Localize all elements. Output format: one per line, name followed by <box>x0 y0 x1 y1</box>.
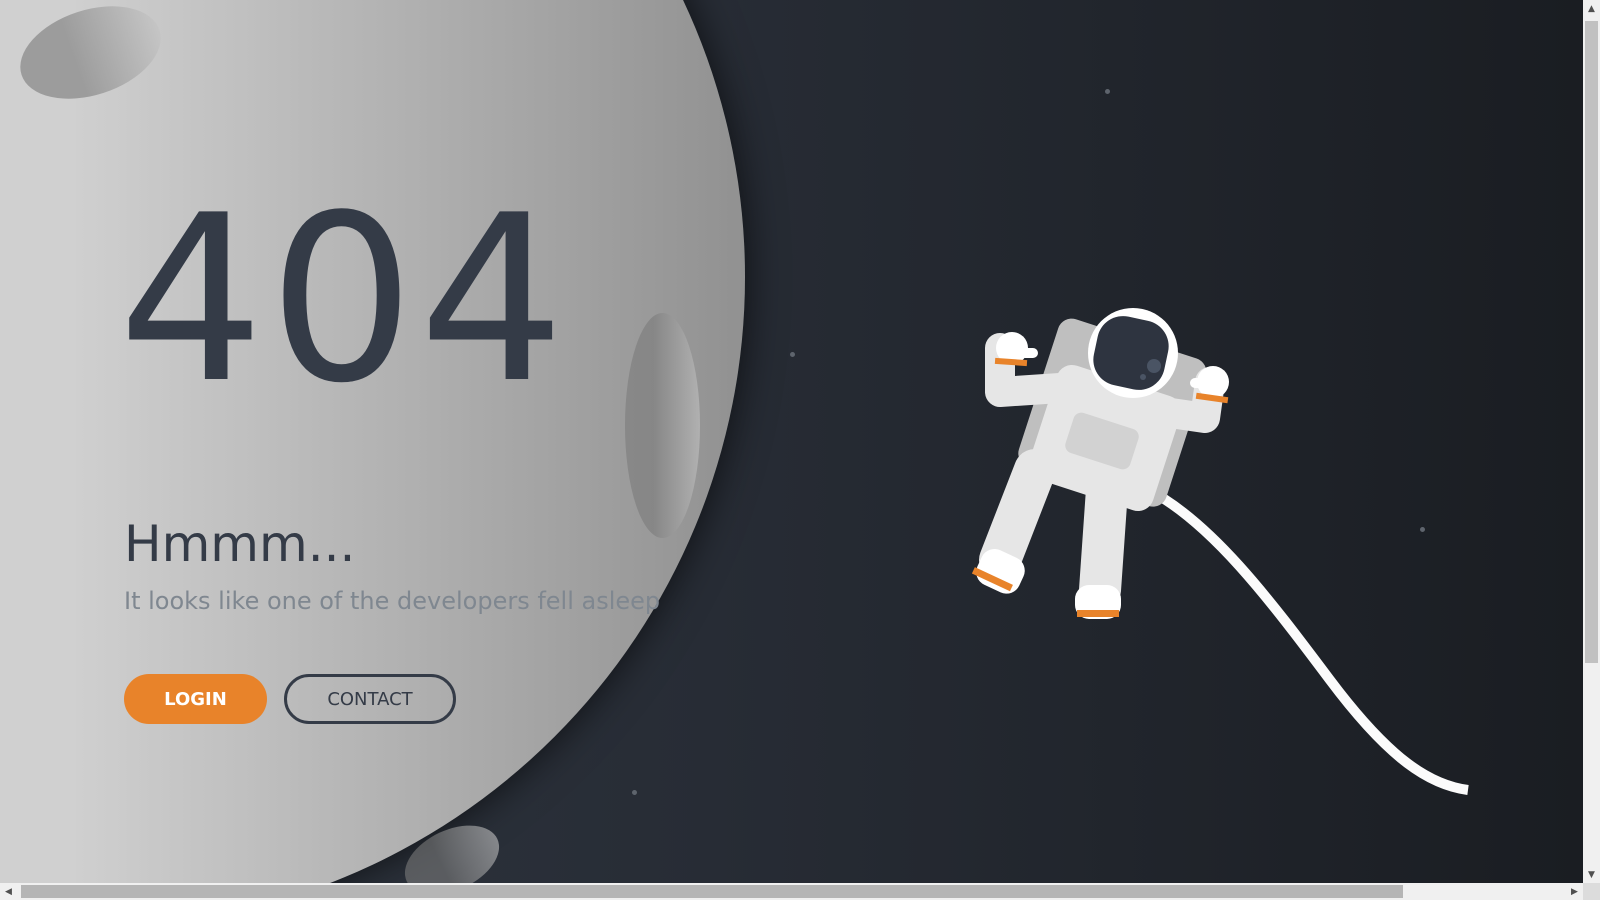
scroll-right-arrow-icon[interactable]: ▶ <box>1566 883 1583 900</box>
horizontal-scrollbar[interactable]: ◀ ▶ <box>0 883 1583 900</box>
error-message: It looks like one of the developers fell… <box>124 587 661 615</box>
scroll-down-arrow-icon[interactable]: ▼ <box>1583 866 1600 883</box>
vertical-scroll-thumb[interactable] <box>1585 21 1598 663</box>
login-button[interactable]: LOGIN <box>124 674 267 724</box>
vertical-scrollbar[interactable]: ▲ ▼ <box>1583 0 1600 883</box>
tether-line <box>1142 483 1469 795</box>
contact-button[interactable]: CONTACT <box>284 674 456 724</box>
error-title: Hmmm... <box>124 515 356 573</box>
page-viewport: 404 Hmmm... It looks like one of the dev… <box>0 0 1583 883</box>
horizontal-scroll-thumb[interactable] <box>21 885 1403 898</box>
scroll-up-arrow-icon[interactable]: ▲ <box>1583 0 1600 17</box>
scrollbar-corner <box>1583 883 1600 900</box>
error-code: 404 <box>118 167 569 434</box>
scroll-left-arrow-icon[interactable]: ◀ <box>0 883 17 900</box>
astronaut-illustration <box>971 308 1469 795</box>
astronaut-icon <box>971 308 1229 619</box>
